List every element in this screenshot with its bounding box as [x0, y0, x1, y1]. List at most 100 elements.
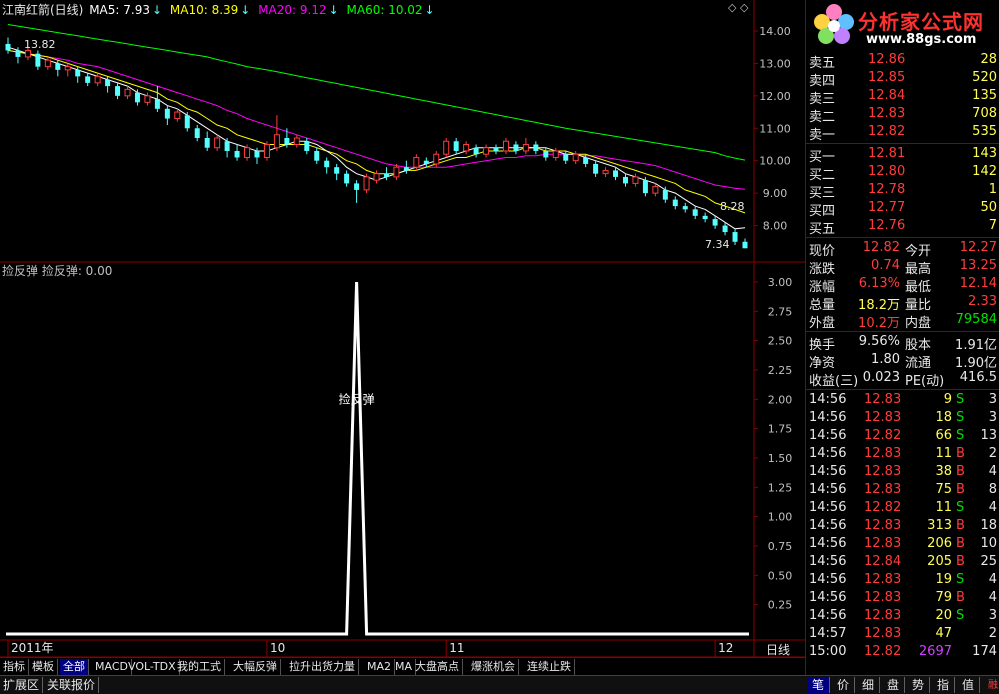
- candle-body: [174, 111, 181, 120]
- corner-diamond-icons[interactable]: ◇ ◇: [728, 1, 748, 14]
- candle-body: [403, 167, 409, 171]
- bid-row[interactable]: 买三 12.78 1: [806, 182, 999, 201]
- y-tick-label: 1.50: [768, 452, 793, 465]
- indicator-tab[interactable]: 全部: [60, 659, 89, 675]
- finance-label: 换手: [809, 338, 836, 353]
- tick-side: B: [956, 446, 965, 461]
- tick-row[interactable]: 14:56 12.83 18 S 3: [806, 410, 999, 428]
- tick-row[interactable]: 14:56 12.83 11 B 2: [806, 446, 999, 464]
- indicator-tab[interactable]: 指标: [0, 659, 29, 675]
- tick-row[interactable]: 14:56 12.83 38 B 4: [806, 464, 999, 482]
- candle-body: [642, 180, 648, 194]
- x-tick-label: 12: [718, 641, 733, 655]
- indicator-tab[interactable]: VOL-TDX: [125, 659, 180, 675]
- candle-body: [293, 137, 300, 145]
- tick-row[interactable]: 14:56 12.83 19 S 4: [806, 572, 999, 590]
- right-tab[interactable]: 盘: [882, 677, 905, 693]
- right-tab[interactable]: 价: [832, 677, 855, 693]
- tick-count: 4: [988, 572, 997, 587]
- y-tick-label: 2.75: [768, 305, 793, 318]
- ask-row[interactable]: 卖三 12.84 135: [806, 88, 999, 107]
- indicator-tab[interactable]: 拉升出货力量: [286, 659, 359, 675]
- indicator-tab[interactable]: 爆涨机会: [468, 659, 519, 675]
- ask-row[interactable]: 卖一 12.82 535: [806, 124, 999, 143]
- ask-volume: 520: [972, 70, 997, 85]
- quote-label: 总量: [809, 298, 836, 313]
- tick-row[interactable]: 15:00 12.82 2697 174: [806, 644, 999, 662]
- bid-row[interactable]: 买五 12.76 7: [806, 218, 999, 237]
- candle-body: [304, 141, 310, 151]
- ask-row[interactable]: 卖四 12.85 520: [806, 70, 999, 89]
- tick-side: B: [956, 536, 965, 551]
- price-annot-low: 7.34: [705, 238, 730, 251]
- ask-row[interactable]: 卖二 12.83 708: [806, 106, 999, 125]
- kline-chart-svg[interactable]: 14.00 13.00 12.00 11.00 10.00 9.00 8.00 2011年 10…: [0, 0, 805, 657]
- tick-row[interactable]: 14:56 12.82 11 S 4: [806, 500, 999, 518]
- indicator-tab[interactable]: MA2: [364, 659, 396, 675]
- tick-row[interactable]: 14:56 12.82 66 S 13: [806, 428, 999, 446]
- tick-count: 3: [988, 608, 997, 623]
- candle-body: [702, 215, 708, 220]
- candle-body: [393, 166, 400, 178]
- right-tab[interactable]: 细: [857, 677, 880, 693]
- candle-body: [85, 76, 91, 83]
- tick-count: 25: [980, 554, 997, 569]
- ask-label: 卖一: [809, 128, 836, 143]
- tick-row[interactable]: 14:56 12.83 206 B 10: [806, 536, 999, 554]
- indicator-tab[interactable]: 大盘高点: [412, 659, 463, 675]
- y-tick-label: 13.00: [759, 57, 791, 70]
- tick-row[interactable]: 14:57 12.83 47 2: [806, 626, 999, 644]
- candle-body: [234, 150, 240, 158]
- candle-body: [314, 150, 320, 161]
- candle-body: [144, 95, 151, 103]
- indicator-tab[interactable]: 连续止跌: [524, 659, 575, 675]
- right-tab[interactable]: 笔: [807, 677, 830, 693]
- quote-value: 12.27: [959, 240, 997, 255]
- candle-body: [263, 143, 270, 158]
- tick-time: 14:56: [809, 464, 847, 479]
- candle-body: [194, 128, 200, 138]
- indicator-tab[interactable]: 模板: [29, 659, 58, 675]
- bid-row[interactable]: 买二 12.80 142: [806, 164, 999, 183]
- ask-row[interactable]: 卖五 12.86 28: [806, 52, 999, 71]
- candle-body: [502, 140, 509, 152]
- tick-price: 12.82: [864, 644, 902, 659]
- bid-row[interactable]: 买四 12.77 50: [806, 200, 999, 219]
- tick-row[interactable]: 14:56 12.83 75 B 8: [806, 482, 999, 500]
- ask-price: 12.85: [868, 70, 906, 85]
- bid-row[interactable]: 买一 12.81 143: [806, 146, 999, 165]
- tick-volume: 206: [927, 536, 952, 551]
- ma10-legend: MA10: 8.39 ↓: [169, 3, 251, 17]
- tick-row[interactable]: 14:56 12.84 205 B 25: [806, 554, 999, 572]
- quote-label: 涨跌: [809, 262, 836, 277]
- tick-row[interactable]: 14:56 12.83 20 S 3: [806, 608, 999, 626]
- ask-price: 12.82: [868, 124, 906, 139]
- candle-body: [24, 49, 31, 58]
- tick-side: B: [956, 464, 965, 479]
- ask-price: 12.86: [868, 52, 906, 67]
- bid-price: 12.78: [868, 182, 906, 197]
- right-tab[interactable]: 值: [957, 677, 980, 693]
- bottom-tab[interactable]: 关联报价: [44, 677, 100, 693]
- flower-logo-icon: [814, 4, 854, 44]
- tick-row[interactable]: 14:56 12.83 313 B 18: [806, 518, 999, 536]
- right-tab[interactable]: 势: [907, 677, 930, 693]
- quote-value: 18.2万: [858, 298, 900, 313]
- tick-row[interactable]: 14:56 12.83 79 B 4: [806, 590, 999, 608]
- bottom-tab[interactable]: 扩展区: [0, 677, 44, 693]
- indicator-tab[interactable]: 我的工式: [174, 659, 225, 675]
- ma10-line: [7, 49, 746, 214]
- right-tab[interactable]: 指: [932, 677, 955, 693]
- tick-count: 4: [988, 590, 997, 605]
- finance-label: 流通: [905, 356, 932, 371]
- right-corner-badge: 融: [988, 680, 998, 691]
- tick-price: 12.83: [864, 392, 902, 407]
- tick-time: 14:56: [809, 428, 847, 443]
- candle-body: [344, 173, 350, 184]
- bid-label: 买一: [809, 150, 836, 165]
- indicator-tab[interactable]: 大幅反弹: [230, 659, 281, 675]
- chart-area[interactable]: 14.00 13.00 12.00 11.00 10.00 9.00 8.00 2011年 10…: [0, 0, 805, 673]
- tick-side: S: [956, 392, 965, 407]
- timeframe-label[interactable]: 日线: [766, 641, 790, 658]
- tick-row[interactable]: 14:56 12.83 9 S 3: [806, 392, 999, 410]
